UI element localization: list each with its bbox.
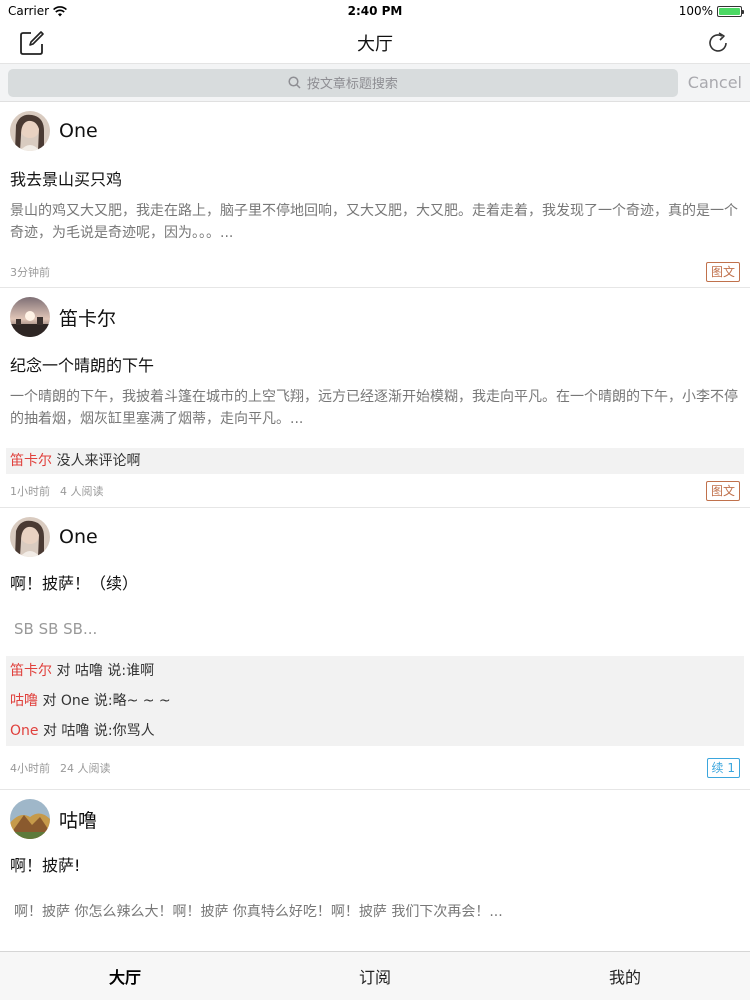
refresh-icon <box>709 32 727 52</box>
wifi-icon <box>53 5 68 16</box>
series-badge: 续 1 <box>706 757 740 778</box>
post-card[interactable]: 笛卡尔 纪念一个晴朗的下午 一个晴朗的下午，我披着斗篷在城市的上空飞翔，远方已经… <box>0 288 750 508</box>
comment-text: 对 One 说:略~ ~ ~ <box>38 693 171 709</box>
post-title[interactable]: 我去景山买只鸡 <box>0 160 750 200</box>
status-bar: Carrier 2:40 PM 100% <box>0 0 750 22</box>
status-time: 2:40 PM <box>347 4 403 18</box>
tab-bar: 大厅 订阅 我的 <box>0 951 750 1000</box>
tab-subscribe[interactable]: 订阅 <box>250 952 500 1000</box>
comment-user[interactable]: 咕噜 <box>10 693 38 709</box>
post-meta: 1小时前 4 人阅读 图文 <box>0 474 750 508</box>
avatar[interactable] <box>10 517 50 557</box>
post-header: One <box>0 508 750 566</box>
compose-button[interactable] <box>16 27 48 59</box>
search-bar: 按文章标题搜索 Cancel <box>0 64 750 102</box>
refresh-button[interactable] <box>702 27 734 59</box>
nav-bar: 大厅 <box>0 22 750 64</box>
post-feed[interactable]: One 我去景山买只鸡 景山的鸡又大又肥，我走在路上，脑子里不停地回响，又大又肥… <box>0 102 750 951</box>
post-title[interactable]: 纪念一个晴朗的下午 <box>0 346 750 386</box>
post-card[interactable]: One 啊！披萨！（续） SB SB SB... 笛卡尔 对 咕噜 说:谁啊 咕… <box>0 508 750 790</box>
comment-text: 对 咕噜 说:你骂人 <box>38 723 155 739</box>
comment-text: 对 咕噜 说:谁啊 <box>52 663 155 679</box>
post-excerpt: 一个晴朗的下午，我披着斗篷在城市的上空飞翔，远方已经逐渐开始模糊，我走向平凡。在… <box>10 389 738 427</box>
author-name[interactable]: One <box>59 120 98 142</box>
post-title[interactable]: 啊！披萨! <box>0 848 750 884</box>
post-header: 笛卡尔 <box>0 288 750 346</box>
read-count: 24 人阅读 <box>60 761 111 775</box>
status-left: Carrier <box>8 4 68 18</box>
post-header: One <box>0 102 750 160</box>
avatar[interactable] <box>10 799 50 839</box>
compose-icon <box>20 31 44 55</box>
status-right: 100% <box>678 4 744 18</box>
read-count: 4 人阅读 <box>60 484 104 498</box>
cancel-button[interactable]: Cancel <box>688 73 742 92</box>
post-time: 1小时前 <box>10 484 50 498</box>
avatar[interactable] <box>10 111 50 151</box>
post-header: 咕噜 <box>0 790 750 848</box>
post-title[interactable]: 啊！披萨！（续） <box>0 566 750 602</box>
post-type-badge: 图文 <box>705 261 740 282</box>
comment-text: 没人来评论啊 <box>52 453 141 469</box>
post-card[interactable]: 咕噜 啊！披萨! 啊！披萨 你怎么辣么大！啊！披萨 你真特么好吃！啊！披萨 我们… <box>0 790 750 940</box>
carrier-label: Carrier <box>8 4 50 18</box>
post-time: 4小时前 <box>10 761 50 775</box>
post-excerpt: SB SB SB... <box>14 620 98 638</box>
author-name[interactable]: 咕噜 <box>59 806 97 833</box>
comment-user[interactable]: 笛卡尔 <box>10 453 52 469</box>
post-card[interactable]: One 我去景山买只鸡 景山的鸡又大又肥，我走在路上，脑子里不停地回响，又大又肥… <box>0 102 750 288</box>
author-name[interactable]: One <box>59 526 98 548</box>
comment-item[interactable]: One 对 咕噜 说:你骂人 <box>10 716 740 746</box>
comment-item[interactable]: 笛卡尔 对 咕噜 说:谁啊 <box>10 656 740 686</box>
comment-item[interactable]: 咕噜 对 One 说:略~ ~ ~ <box>10 686 740 716</box>
post-excerpt: 啊！披萨 你怎么辣么大！啊！披萨 你真特么好吃！啊！披萨 我们下次再会！... <box>14 904 503 920</box>
comment-user[interactable]: One <box>10 723 39 739</box>
comment-list: 笛卡尔 对 咕噜 说:谁啊 咕噜 对 One 说:略~ ~ ~ One 对 咕噜… <box>6 656 744 746</box>
search-input[interactable]: 按文章标题搜索 <box>8 68 678 97</box>
tab-hall[interactable]: 大厅 <box>0 952 250 1000</box>
battery-percent: 100% <box>678 4 713 18</box>
avatar[interactable] <box>10 297 50 337</box>
post-meta: 4小时前 24 人阅读 续 1 <box>0 746 750 790</box>
post-time: 3分钟前 <box>10 265 50 279</box>
battery-icon <box>717 5 744 17</box>
post-excerpt: 景山的鸡又大又肥，我走在路上，脑子里不停地回响，又大又肥，大又肥。走着走着，我发… <box>10 203 738 241</box>
page-title: 大厅 <box>357 33 393 55</box>
comment-item[interactable]: 笛卡尔 没人来评论啊 <box>10 448 740 474</box>
comment-user[interactable]: 笛卡尔 <box>10 663 52 679</box>
search-icon <box>288 76 301 89</box>
post-meta: 3分钟前 图文 <box>0 256 750 288</box>
tab-mine[interactable]: 我的 <box>500 952 750 1000</box>
post-type-badge: 图文 <box>705 480 740 501</box>
search-placeholder: 按文章标题搜索 <box>306 77 398 92</box>
author-name[interactable]: 笛卡尔 <box>59 304 116 331</box>
comment-list: 笛卡尔 没人来评论啊 <box>6 448 744 474</box>
